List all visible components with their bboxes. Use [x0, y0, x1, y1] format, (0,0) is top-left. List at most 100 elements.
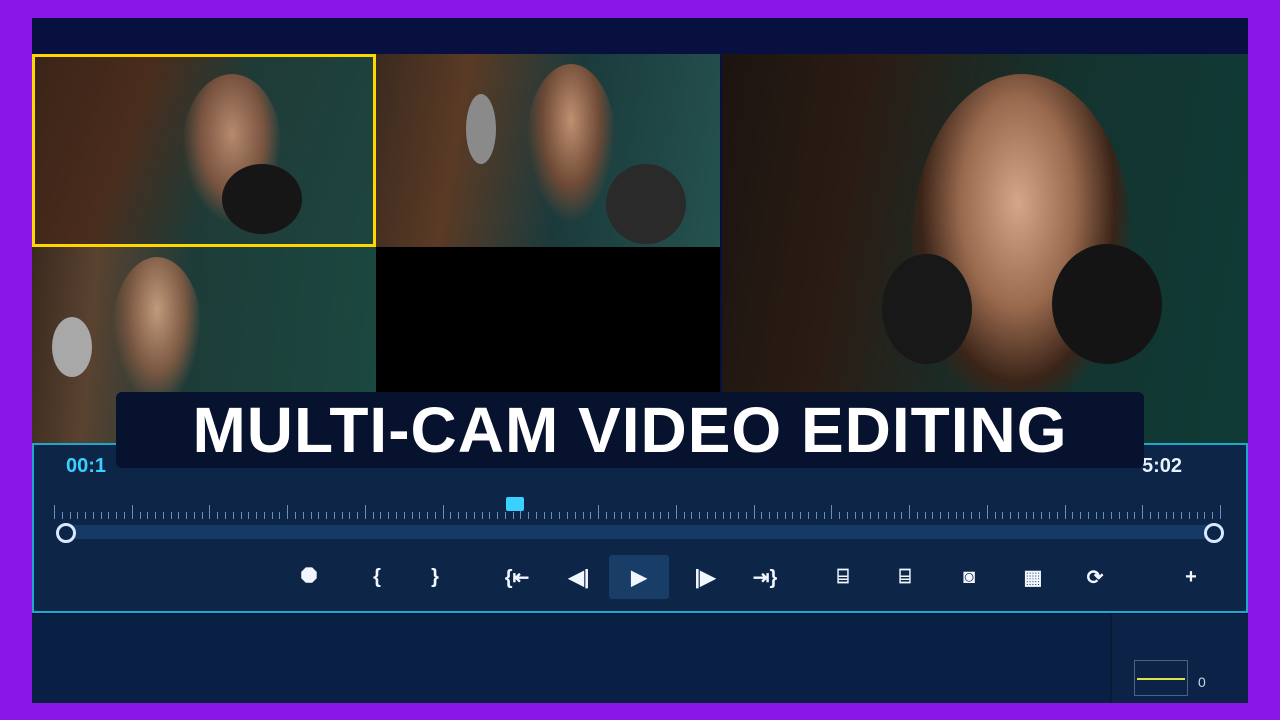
snapshot-button[interactable]: ◙ — [952, 559, 986, 595]
ruler-tick — [559, 512, 561, 519]
ruler-tick — [225, 512, 226, 519]
marker-icon: ⯃ — [301, 565, 317, 588]
ruler-tick — [691, 512, 693, 519]
ruler-tick — [217, 512, 219, 519]
ruler-tick — [388, 512, 390, 519]
ruler-tick — [955, 512, 957, 519]
ruler-tick — [155, 512, 157, 519]
ruler-tick — [800, 512, 802, 519]
ruler-tick — [1165, 512, 1167, 519]
ruler-tick — [326, 512, 328, 519]
previous-frame-icon: ◀| — [568, 566, 590, 589]
ruler-tick — [396, 512, 398, 519]
range-end-handle[interactable] — [1204, 523, 1224, 543]
ruler-tick — [598, 505, 600, 519]
next-frame-button[interactable]: |▶ — [688, 559, 722, 595]
ruler-tick — [372, 512, 374, 519]
title-banner: MULTI-CAM VIDEO EDITING — [116, 392, 1144, 468]
ruler-tick — [699, 512, 701, 519]
ruler-tick — [263, 512, 265, 519]
ruler-tick — [668, 512, 670, 519]
ruler-tick — [722, 512, 724, 519]
camera-angle-1-selected[interactable] — [32, 54, 376, 247]
ruler-tick — [675, 505, 677, 519]
ruler-tick — [1181, 512, 1183, 519]
ruler-tick — [318, 512, 320, 519]
ruler-tick — [854, 512, 856, 519]
ruler-tick — [458, 512, 460, 519]
ruler-tick — [621, 512, 623, 519]
ruler-tick — [310, 512, 312, 519]
video-frame: 00:1 5:02 ⯃ {} {⇤ ◀| ▶ |▶ ⇥} ⌸ ⌸ ◙ ▦ ⟳ + MULTI-CAM V… — [0, 0, 1280, 720]
ruler-tick — [1188, 512, 1190, 519]
audio-meter — [1134, 660, 1188, 696]
mark-in-icon: { — [373, 565, 381, 588]
main-preview — [722, 54, 1248, 443]
timeline-ruler[interactable] — [54, 497, 1221, 519]
bottom-panel: 0 — [32, 614, 1248, 703]
timeline-panel: 00:1 5:02 ⯃ {} {⇤ ◀| ▶ |▶ ⇥} ⌸ ⌸ ◙ ▦ ⟳ + — [32, 443, 1248, 613]
timeline-track[interactable] — [64, 525, 1214, 539]
go-to-start-button[interactable]: {⇤ — [500, 559, 534, 595]
film-strip-button[interactable]: ▦ — [1016, 559, 1050, 595]
ruler-tick — [123, 512, 125, 519]
ruler-tick — [209, 505, 211, 519]
ruler-tick — [186, 512, 188, 519]
ruler-tick — [85, 512, 87, 519]
ruler-tick — [994, 512, 996, 519]
swap-button[interactable]: ⟳ — [1078, 559, 1112, 595]
ruler-tick — [877, 512, 879, 519]
ruler-tick — [986, 505, 988, 519]
ruler-tick — [574, 512, 576, 519]
ruler-tick — [1196, 512, 1198, 519]
ruler-tick — [846, 512, 848, 519]
play-button[interactable]: ▶ — [609, 555, 669, 599]
ruler-tick — [193, 512, 195, 519]
ruler-tick — [1017, 512, 1019, 519]
ruler-tick — [279, 512, 281, 519]
previous-frame-button[interactable]: ◀| — [562, 559, 596, 595]
ruler-tick — [116, 512, 118, 519]
ruler-tick — [201, 512, 203, 519]
ruler-tick — [1150, 512, 1152, 519]
range-start-handle[interactable] — [56, 523, 76, 543]
ruler-tick — [1048, 512, 1050, 519]
camera-angle-2[interactable] — [376, 54, 720, 247]
audio-level-line — [1137, 678, 1185, 680]
multicam-split-button[interactable]: ⌸ — [888, 559, 922, 595]
editor-window: 00:1 5:02 ⯃ {} {⇤ ◀| ▶ |▶ ⇥} ⌸ ⌸ ◙ ▦ ⟳ + MULTI-CAM V… — [32, 18, 1248, 703]
current-timecode: 00:1 — [66, 455, 107, 477]
multicam-button[interactable]: ⌸ — [826, 559, 860, 595]
ruler-tick — [629, 512, 631, 519]
ruler-tick — [294, 512, 296, 519]
ruler-tick — [769, 512, 771, 519]
ruler-tick — [1126, 512, 1128, 519]
add-icon: + — [1185, 565, 1197, 588]
ruler-tick — [543, 512, 545, 519]
ruler-tick — [450, 512, 452, 519]
ruler-tick — [1111, 512, 1113, 519]
marker-button[interactable]: ⯃ — [292, 559, 326, 595]
playhead-handle[interactable] — [505, 497, 524, 511]
ruler-tick — [333, 512, 335, 519]
ruler-tick — [870, 512, 872, 519]
go-to-start-icon: {⇤ — [504, 566, 530, 589]
ruler-tick — [108, 512, 110, 519]
ruler-tick — [357, 512, 359, 519]
ruler-tick — [1095, 512, 1097, 519]
mark-in-button[interactable]: { — [360, 559, 394, 595]
go-to-end-button[interactable]: ⇥} — [748, 559, 782, 595]
mark-out-button[interactable]: } — [418, 559, 452, 595]
ruler-tick — [831, 505, 833, 519]
ruler-tick — [776, 512, 778, 519]
ruler-tick — [971, 512, 973, 519]
ruler-tick — [660, 512, 662, 519]
next-frame-icon: |▶ — [694, 566, 716, 589]
ruler-tick — [1010, 512, 1012, 519]
add-button[interactable]: + — [1174, 559, 1208, 595]
ruler-tick — [1173, 512, 1175, 519]
total-timecode: 5:02 — [1142, 455, 1183, 477]
ruler-tick — [784, 512, 786, 519]
ruler-tick — [590, 512, 592, 519]
ruler-tick — [131, 505, 133, 519]
